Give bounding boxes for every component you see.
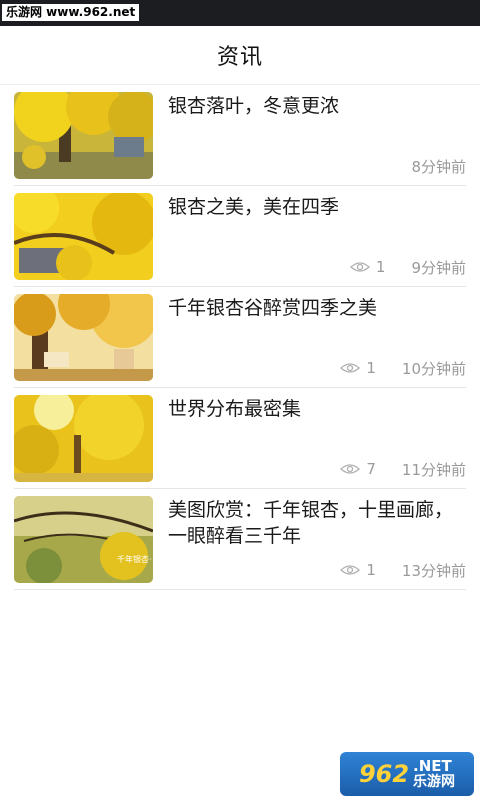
article-item[interactable]: 银杏落叶，冬意更浓 8分钟前: [14, 85, 466, 186]
article-thumbnail: [14, 294, 153, 381]
article-meta: 1 13分钟前: [340, 561, 466, 580]
eye-icon: [340, 565, 361, 575]
article-title[interactable]: 银杏落叶，冬意更浓: [168, 93, 464, 119]
logo-suffix: .NET: [413, 757, 452, 775]
view-count-value: 1: [366, 359, 376, 377]
article-item[interactable]: 千年银杏· 美图欣赏：千年银杏，十里画廊，一眼醉看三千年 1 13分钟前: [14, 489, 466, 590]
view-count: 1: [349, 258, 386, 276]
view-count-value: 1: [366, 561, 376, 579]
article-time: 11分钟前: [401, 460, 466, 479]
article-meta: 1 10分钟前: [340, 359, 466, 378]
article-thumbnail: [14, 92, 153, 179]
article-item[interactable]: 世界分布最密集 7 11分钟前: [14, 388, 466, 489]
status-bar: 乐游网 www.962.net: [0, 0, 480, 26]
article-time: 8分钟前: [411, 157, 466, 176]
eye-icon: [340, 363, 361, 373]
eye-icon: [340, 464, 361, 474]
article-list: 银杏落叶，冬意更浓 8分钟前 银杏之美，美在四季 1 9分钟前 千年银杏谷醉赏四…: [0, 84, 480, 590]
view-count: 1: [340, 561, 376, 579]
article-meta: 8分钟前: [411, 157, 466, 176]
article-title[interactable]: 银杏之美，美在四季: [168, 194, 464, 220]
article-item[interactable]: 银杏之美，美在四季 1 9分钟前: [14, 186, 466, 287]
article-item[interactable]: 千年银杏谷醉赏四季之美 1 10分钟前: [14, 287, 466, 388]
article-time: 10分钟前: [401, 359, 466, 378]
article-title[interactable]: 千年银杏谷醉赏四季之美: [168, 295, 464, 321]
page-title: 资讯: [216, 45, 263, 70]
logo-name: 乐游网: [413, 774, 456, 790]
view-count-value: 7: [366, 460, 376, 478]
app-header: 资讯: [0, 26, 480, 84]
view-count: 7: [340, 460, 376, 478]
article-meta: 1 9分钟前: [349, 258, 466, 277]
article-thumbnail: [14, 193, 153, 280]
view-count-value: 1: [375, 258, 386, 276]
logo-number: 962: [358, 760, 410, 788]
thumb-caption: 千年银杏·: [117, 554, 152, 564]
site-watermark: 乐游网 www.962.net: [2, 4, 140, 21]
site-logo-watermark: 962 .NET 乐游网: [340, 752, 474, 796]
article-thumbnail: [14, 395, 153, 482]
eye-icon: [349, 262, 370, 272]
article-meta: 7 11分钟前: [340, 460, 466, 479]
article-time: 9分钟前: [411, 258, 466, 277]
article-time: 13分钟前: [401, 561, 466, 580]
view-count: 1: [340, 359, 376, 377]
article-thumbnail: 千年银杏·: [14, 496, 153, 583]
article-title[interactable]: 美图欣赏：千年银杏，十里画廊，一眼醉看三千年: [168, 497, 464, 549]
article-title[interactable]: 世界分布最密集: [168, 396, 464, 422]
